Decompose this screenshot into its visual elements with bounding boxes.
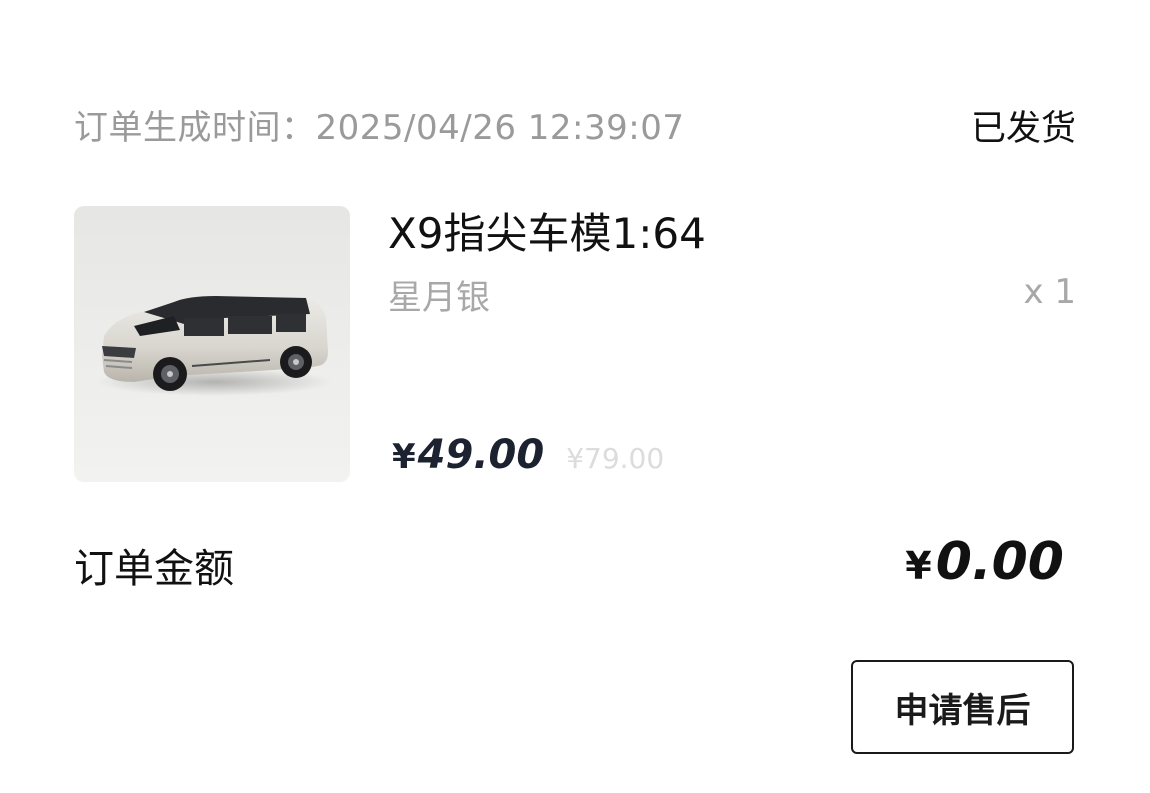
currency-symbol: ¥ [392, 437, 416, 477]
price-row: ¥49.00 ¥79.00 [392, 432, 664, 478]
car-model-image-icon [96, 296, 332, 396]
order-status: 已发货 [970, 109, 1076, 149]
apply-after-sale-button[interactable]: 申请售后 [851, 660, 1074, 754]
current-price: ¥49.00 [392, 432, 544, 478]
order-total-amount: ¥0.00 [905, 532, 1064, 592]
current-price-value: 49.00 [417, 432, 545, 478]
product-quantity: x 1 [1023, 272, 1076, 312]
product-image[interactable] [74, 206, 350, 482]
product-name[interactable]: X9指尖车模1:64 [388, 200, 706, 261]
order-created-time: 订单生成时间：2025/04/26 12:39:07 [74, 108, 685, 148]
order-total-label: 订单金额 [74, 546, 234, 592]
original-price: ¥79.00 [566, 442, 665, 475]
total-value: 0.00 [935, 532, 1064, 592]
order-card: 订单生成时间：2025/04/26 12:39:07 已发货 X9指尖车模1:6… [0, 0, 1150, 793]
total-currency-symbol: ¥ [905, 544, 932, 588]
product-variant: 星月银 [388, 278, 490, 318]
